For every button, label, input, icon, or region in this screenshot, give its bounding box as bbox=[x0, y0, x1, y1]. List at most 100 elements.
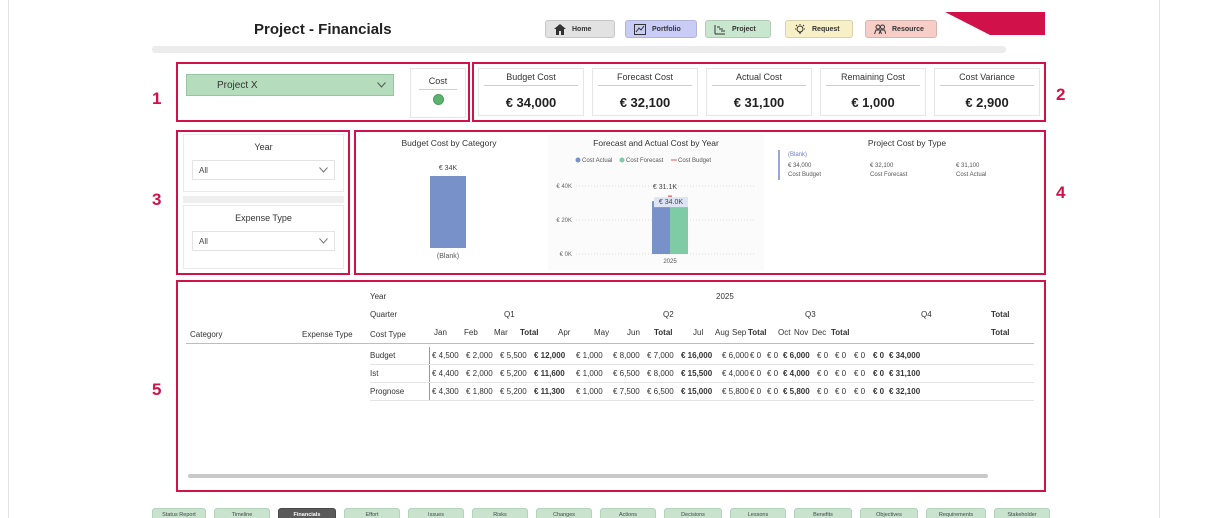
project-dropdown[interactable]: Project X bbox=[186, 74, 394, 96]
kpi-card-budget-cost: Budget Cost € 34,000 bbox=[478, 68, 584, 116]
year-dropdown-value: All bbox=[199, 165, 208, 175]
cost-matrix[interactable]: Year 2025 Quarter Q1 Q2 Q3 Q4 Total Cate… bbox=[186, 290, 1034, 470]
matrix-column-header: Mar bbox=[494, 328, 508, 337]
expense-type-dropdown[interactable]: All bbox=[192, 231, 335, 251]
expense-type-dropdown-value: All bbox=[199, 236, 208, 246]
chart-title: Project Cost by Type bbox=[867, 138, 947, 148]
horizontal-scrollbar[interactable] bbox=[188, 474, 988, 478]
matrix-cell: € 0 bbox=[767, 369, 779, 378]
matrix-cell: € 1,000 bbox=[576, 369, 603, 378]
cost-status-card: Cost bbox=[410, 68, 466, 118]
matrix-column-header: Total bbox=[654, 328, 673, 337]
matrix-expense-type-header: Expense Type bbox=[302, 330, 353, 339]
matrix-column-header: Jan bbox=[434, 328, 447, 337]
nav-project-button[interactable]: Project bbox=[705, 20, 771, 38]
kpi-card-actual-cost: Actual Cost € 31,100 bbox=[706, 68, 812, 116]
page-title: Project - Financials bbox=[254, 21, 392, 38]
matrix-cell: € 4,500 bbox=[432, 351, 459, 360]
header-divider bbox=[152, 46, 1006, 53]
section-number-3: 3 bbox=[152, 190, 162, 209]
year-dropdown[interactable]: All bbox=[192, 160, 335, 180]
bar-cost-forecast bbox=[670, 199, 688, 254]
nav-portfolio-button[interactable]: Portfolio bbox=[625, 20, 697, 38]
nav-request-button[interactable]: Request bbox=[785, 20, 853, 38]
nav-project-label: Project bbox=[732, 25, 756, 33]
brand-corner-shape bbox=[945, 12, 1045, 35]
tab-actions[interactable]: Actions bbox=[600, 508, 656, 518]
nav-home-button[interactable]: Home bbox=[545, 20, 615, 38]
matrix-cell: € 5,200 bbox=[500, 387, 527, 396]
matrix-column-header: Jun bbox=[627, 328, 640, 337]
tab-issues[interactable]: Issues bbox=[408, 508, 464, 518]
matrix-cell: € 0 bbox=[835, 351, 847, 360]
y-tick-label: € 40K bbox=[556, 184, 572, 190]
people-icon bbox=[874, 24, 886, 34]
matrix-cell: € 12,000 bbox=[534, 351, 566, 360]
tab-status-report[interactable]: Status Report bbox=[152, 508, 206, 518]
tab-changes[interactable]: Changes bbox=[536, 508, 592, 518]
tab-objectives[interactable]: Objectives bbox=[860, 508, 918, 518]
tab-stakeholder[interactable]: Stakeholder bbox=[994, 508, 1050, 518]
section-number-5: 5 bbox=[152, 380, 162, 399]
project-dropdown-value: Project X bbox=[217, 79, 258, 91]
tab-lessons[interactable]: Lessons bbox=[730, 508, 786, 518]
tab-requirements[interactable]: Requirements bbox=[926, 508, 986, 518]
matrix-cell: € 0 bbox=[835, 387, 847, 396]
data-label-actual: € 31.1K bbox=[653, 184, 677, 191]
budget-cost-by-category-chart: Budget Cost by Category € 34K (Blank) bbox=[358, 134, 540, 270]
nav-resource-button[interactable]: Resource bbox=[865, 20, 937, 38]
expense-type-slicer: Expense Type All bbox=[183, 205, 344, 269]
kpi-label: Actual Cost bbox=[735, 72, 783, 82]
legend-label: Cost Budget bbox=[678, 158, 711, 164]
matrix-header-rule bbox=[186, 343, 1034, 344]
matrix-column-header: Feb bbox=[464, 328, 478, 337]
matrix-column-header: Nov bbox=[794, 328, 809, 337]
chevron-down-icon bbox=[319, 167, 328, 173]
matrix-column-header: Total bbox=[748, 328, 767, 337]
matrix-cell: € 1,800 bbox=[466, 387, 493, 396]
tab-timeline[interactable]: Timeline bbox=[214, 508, 270, 518]
matrix-cell: € 6,000 bbox=[783, 351, 810, 360]
legend-label: Cost Forecast bbox=[626, 158, 664, 164]
tab-benefits[interactable]: Benefits bbox=[794, 508, 852, 518]
type-value-actual: € 31,100 bbox=[956, 163, 980, 169]
matrix-cell: € 0 bbox=[835, 369, 847, 378]
matrix-cell: € 0 bbox=[873, 369, 885, 378]
x-tick-label: (Blank) bbox=[437, 253, 459, 260]
matrix-cost-type-header: Cost Type bbox=[370, 330, 406, 339]
matrix-cell: € 15,000 bbox=[681, 387, 713, 396]
kpi-card-cost-variance: Cost Variance € 2,900 bbox=[934, 68, 1040, 116]
matrix-column-header: Jul bbox=[693, 328, 704, 337]
matrix-column-header: May bbox=[594, 328, 610, 337]
nav-portfolio-label: Portfolio bbox=[652, 25, 681, 33]
tab-decisions[interactable]: Decisions bbox=[664, 508, 722, 518]
matrix-cell: € 32,100 bbox=[889, 387, 921, 396]
matrix-row-divider bbox=[429, 347, 430, 401]
matrix-cell: € 5,500 bbox=[500, 351, 527, 360]
tab-financials[interactable]: Financials bbox=[278, 508, 336, 518]
matrix-column-header: Apr bbox=[558, 328, 571, 337]
matrix-cell: € 0 bbox=[854, 387, 866, 396]
tab-risks[interactable]: Risks bbox=[472, 508, 528, 518]
matrix-cell: € 0 bbox=[767, 351, 779, 360]
matrix-cell: € 0 bbox=[750, 369, 762, 378]
matrix-cell: € 1,000 bbox=[576, 351, 603, 360]
matrix-cell: € 2,000 bbox=[466, 351, 493, 360]
matrix-cell: € 7,000 bbox=[647, 351, 674, 360]
tab-effort[interactable]: Effort bbox=[344, 508, 400, 518]
kpi-value: € 2,900 bbox=[965, 95, 1009, 110]
project-cost-by-type-chart: Project Cost by Type (Blank) € 34,000 Co… bbox=[772, 134, 1042, 270]
lightbulb-icon bbox=[795, 23, 805, 33]
matrix-cell: € 6,500 bbox=[613, 369, 640, 378]
forecast-actual-cost-chart: Forecast and Actual Cost by Year Cost Ac… bbox=[548, 134, 764, 270]
cost-status-label: Cost bbox=[428, 76, 448, 86]
matrix-cell: € 4,000 bbox=[722, 369, 749, 378]
kpi-card-forecast-cost: Forecast Cost € 32,100 bbox=[592, 68, 698, 116]
matrix-column-header: Total bbox=[831, 328, 850, 337]
matrix-cell: € 6,000 bbox=[722, 351, 749, 360]
grand-total-header: Total bbox=[991, 310, 1010, 319]
matrix-cell: € 4,300 bbox=[432, 387, 459, 396]
matrix-column-header: Sep bbox=[732, 328, 747, 337]
series-marker bbox=[778, 150, 780, 180]
type-value-budget: € 34,000 bbox=[788, 163, 812, 169]
